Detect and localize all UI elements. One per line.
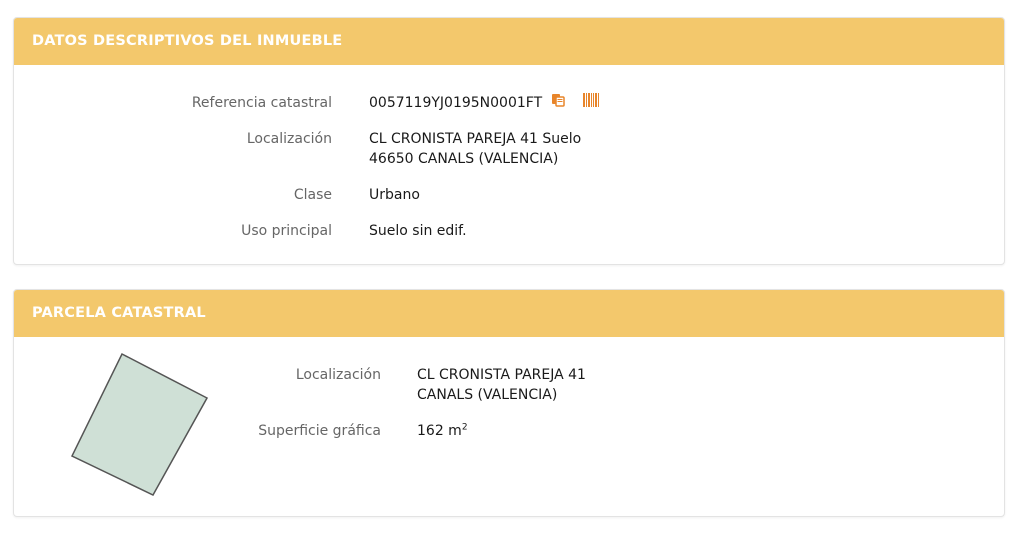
uso-principal-label: Uso principal xyxy=(241,223,332,239)
referencia-value: 0057119YJ0195N0001FT xyxy=(369,95,543,111)
parcela-panel: PARCELA CATASTRAL Localización CL CRONIS… xyxy=(13,289,1005,517)
referencia-value-row: 0057119YJ0195N0001FT xyxy=(369,93,600,113)
inmueble-panel-title: DATOS DESCRIPTIVOS DEL INMUEBLE xyxy=(14,18,1004,65)
inmueble-panel: DATOS DESCRIPTIVOS DEL INMUEBLE Referenc… xyxy=(13,17,1005,265)
clase-value: Urbano xyxy=(369,187,420,203)
parcela-localizacion-line1: CL CRONISTA PAREJA 41 xyxy=(417,367,586,383)
superficie-value: 162 m2 xyxy=(417,421,468,441)
barcode-icon[interactable] xyxy=(583,93,600,113)
localizacion-label: Localización xyxy=(246,131,332,147)
uso-principal-value: Suelo sin edif. xyxy=(369,223,467,239)
parcela-localizacion-value: CL CRONISTA PAREJA 41 CANALS (VALENCIA) xyxy=(417,365,586,405)
parcela-localizacion-line2: CANALS (VALENCIA) xyxy=(417,387,558,403)
localizacion-line2: 46650 CANALS (VALENCIA) xyxy=(369,151,559,167)
parcela-panel-title: PARCELA CATASTRAL xyxy=(14,290,1004,337)
copy-icon[interactable] xyxy=(551,93,565,113)
clase-label: Clase xyxy=(293,187,332,203)
superficie-unit-exponent: 2 xyxy=(461,422,468,433)
localizacion-value: CL CRONISTA PAREJA 41 Suelo 46650 CANALS… xyxy=(369,129,581,169)
localizacion-line1: CL CRONISTA PAREJA 41 Suelo xyxy=(369,131,582,147)
parcela-localizacion-label: Localización xyxy=(295,367,381,383)
superficie-number: 162 m xyxy=(417,423,462,439)
superficie-label: Superficie gráfica xyxy=(258,423,381,439)
referencia-label: Referencia catastral xyxy=(191,95,332,111)
